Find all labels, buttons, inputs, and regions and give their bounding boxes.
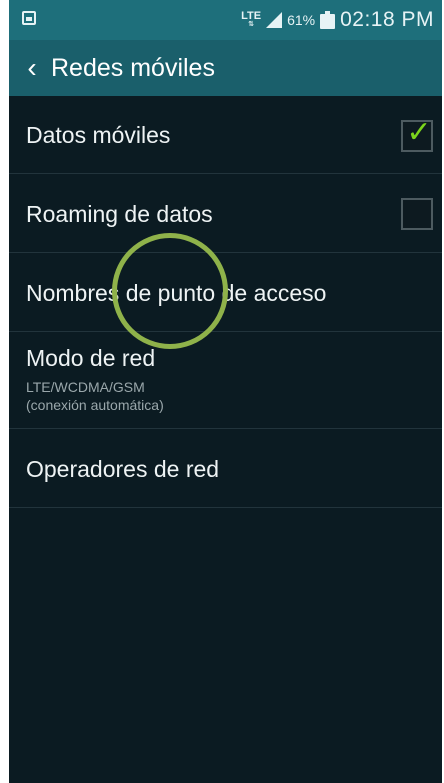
list-item-label: Modo de red — [26, 345, 156, 371]
action-bar: ‹ Redes móviles — [9, 40, 442, 96]
list-item-subtitle: LTE/WCDMA/GSM — [26, 379, 145, 395]
list-item-data-roaming[interactable]: Roaming de datos — [9, 174, 442, 253]
list-item-label: Nombres de punto de acceso — [26, 280, 327, 306]
list-item-mobile-data[interactable]: Datos móviles ✓ — [9, 96, 442, 174]
status-indicators: LTE ⇅ 61% 02:18 PM — [241, 8, 434, 32]
mobile-data-checkbox[interactable]: ✓ — [401, 116, 433, 152]
status-bar: LTE ⇅ 61% 02:18 PM — [9, 0, 442, 40]
list-item-subtitle: (conexión automática) — [26, 397, 164, 413]
back-chevron-icon[interactable]: ‹ — [17, 40, 47, 96]
list-item-label: Datos móviles — [26, 122, 171, 148]
list-item-label: Roaming de datos — [26, 201, 213, 227]
list-item-label: Operadores de red — [26, 456, 220, 482]
list-item-network-mode[interactable]: Modo de red LTE/WCDMA/GSM (conexión auto… — [9, 332, 442, 429]
list-item-access-point-names[interactable]: Nombres de punto de acceso — [9, 253, 442, 332]
list-item-network-operators[interactable]: Operadores de red — [9, 429, 442, 508]
settings-list: Datos móviles ✓ Roaming de datos Nombres… — [9, 96, 442, 508]
network-type-indicator: LTE ⇅ — [241, 10, 262, 29]
battery-icon — [320, 11, 336, 29]
page-title[interactable]: Redes móviles — [51, 54, 215, 83]
clock: 02:18 PM — [340, 8, 434, 31]
phone-screen: LTE ⇅ 61% 02:18 PM ‹ Redes móviles Datos … — [9, 0, 442, 783]
image-notification-icon — [22, 11, 36, 25]
checkmark-icon: ✓ — [406, 116, 432, 149]
battery-percent: 61% — [287, 12, 316, 28]
data-roaming-checkbox[interactable] — [401, 198, 433, 230]
signal-icon — [266, 12, 283, 28]
